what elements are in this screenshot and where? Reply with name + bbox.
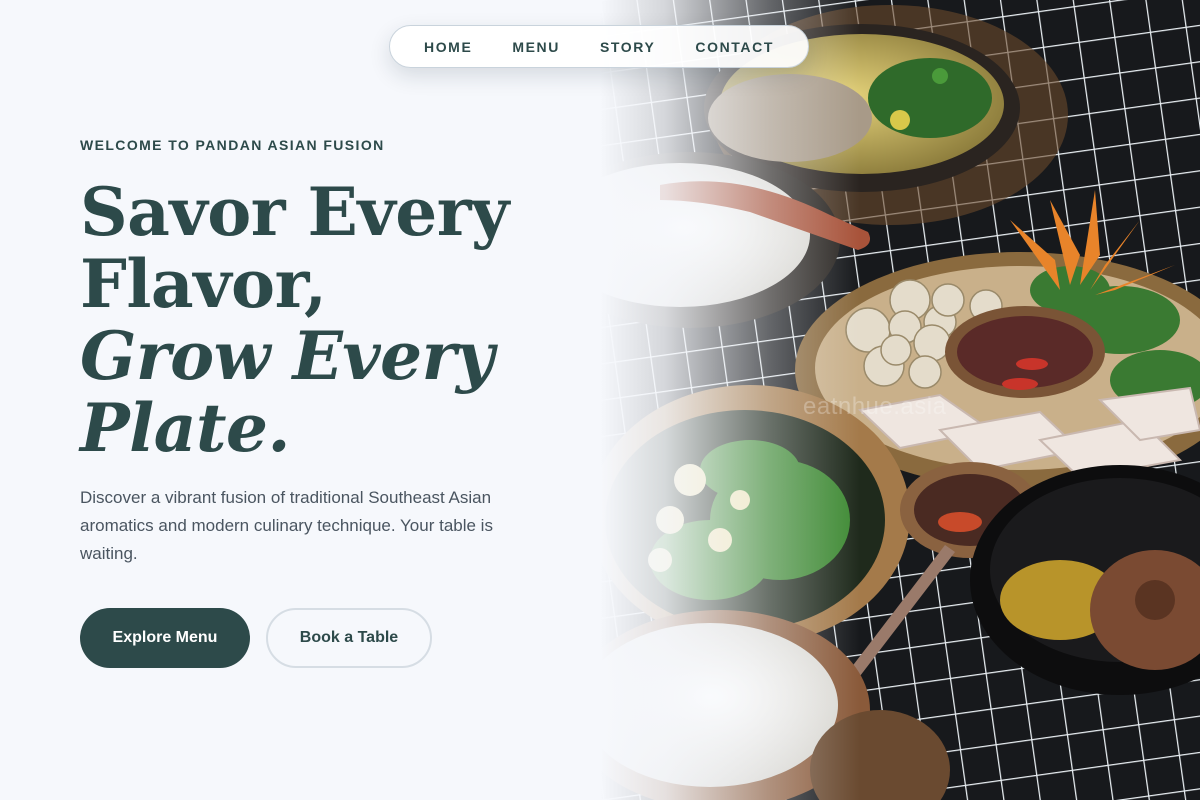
image-watermark: eatnhue.asia <box>803 393 947 420</box>
nav-menu[interactable]: MENU <box>512 39 560 55</box>
headline-line-3: Grow Every <box>80 317 494 395</box>
hero-eyebrow: WELCOME TO PANDAN ASIAN FUSION <box>80 137 385 153</box>
hero-description: Discover a vibrant fusion of traditional… <box>80 488 493 563</box>
book-table-button[interactable]: Book a Table <box>266 608 432 668</box>
explore-menu-button[interactable]: Explore Menu <box>80 608 250 668</box>
main-nav: HOME MENU STORY CONTACT <box>389 25 809 68</box>
nav-story[interactable]: STORY <box>600 39 655 55</box>
headline-line-2: Flavor, <box>80 245 327 323</box>
nav-contact[interactable]: CONTACT <box>695 39 774 55</box>
hero-headline: Savor Every Flavor, Grow Every Plate. <box>80 176 509 464</box>
nav-home[interactable]: HOME <box>424 39 472 55</box>
headline-line-1: Savor Every <box>80 173 509 251</box>
headline-line-4: Plate. <box>80 389 290 467</box>
